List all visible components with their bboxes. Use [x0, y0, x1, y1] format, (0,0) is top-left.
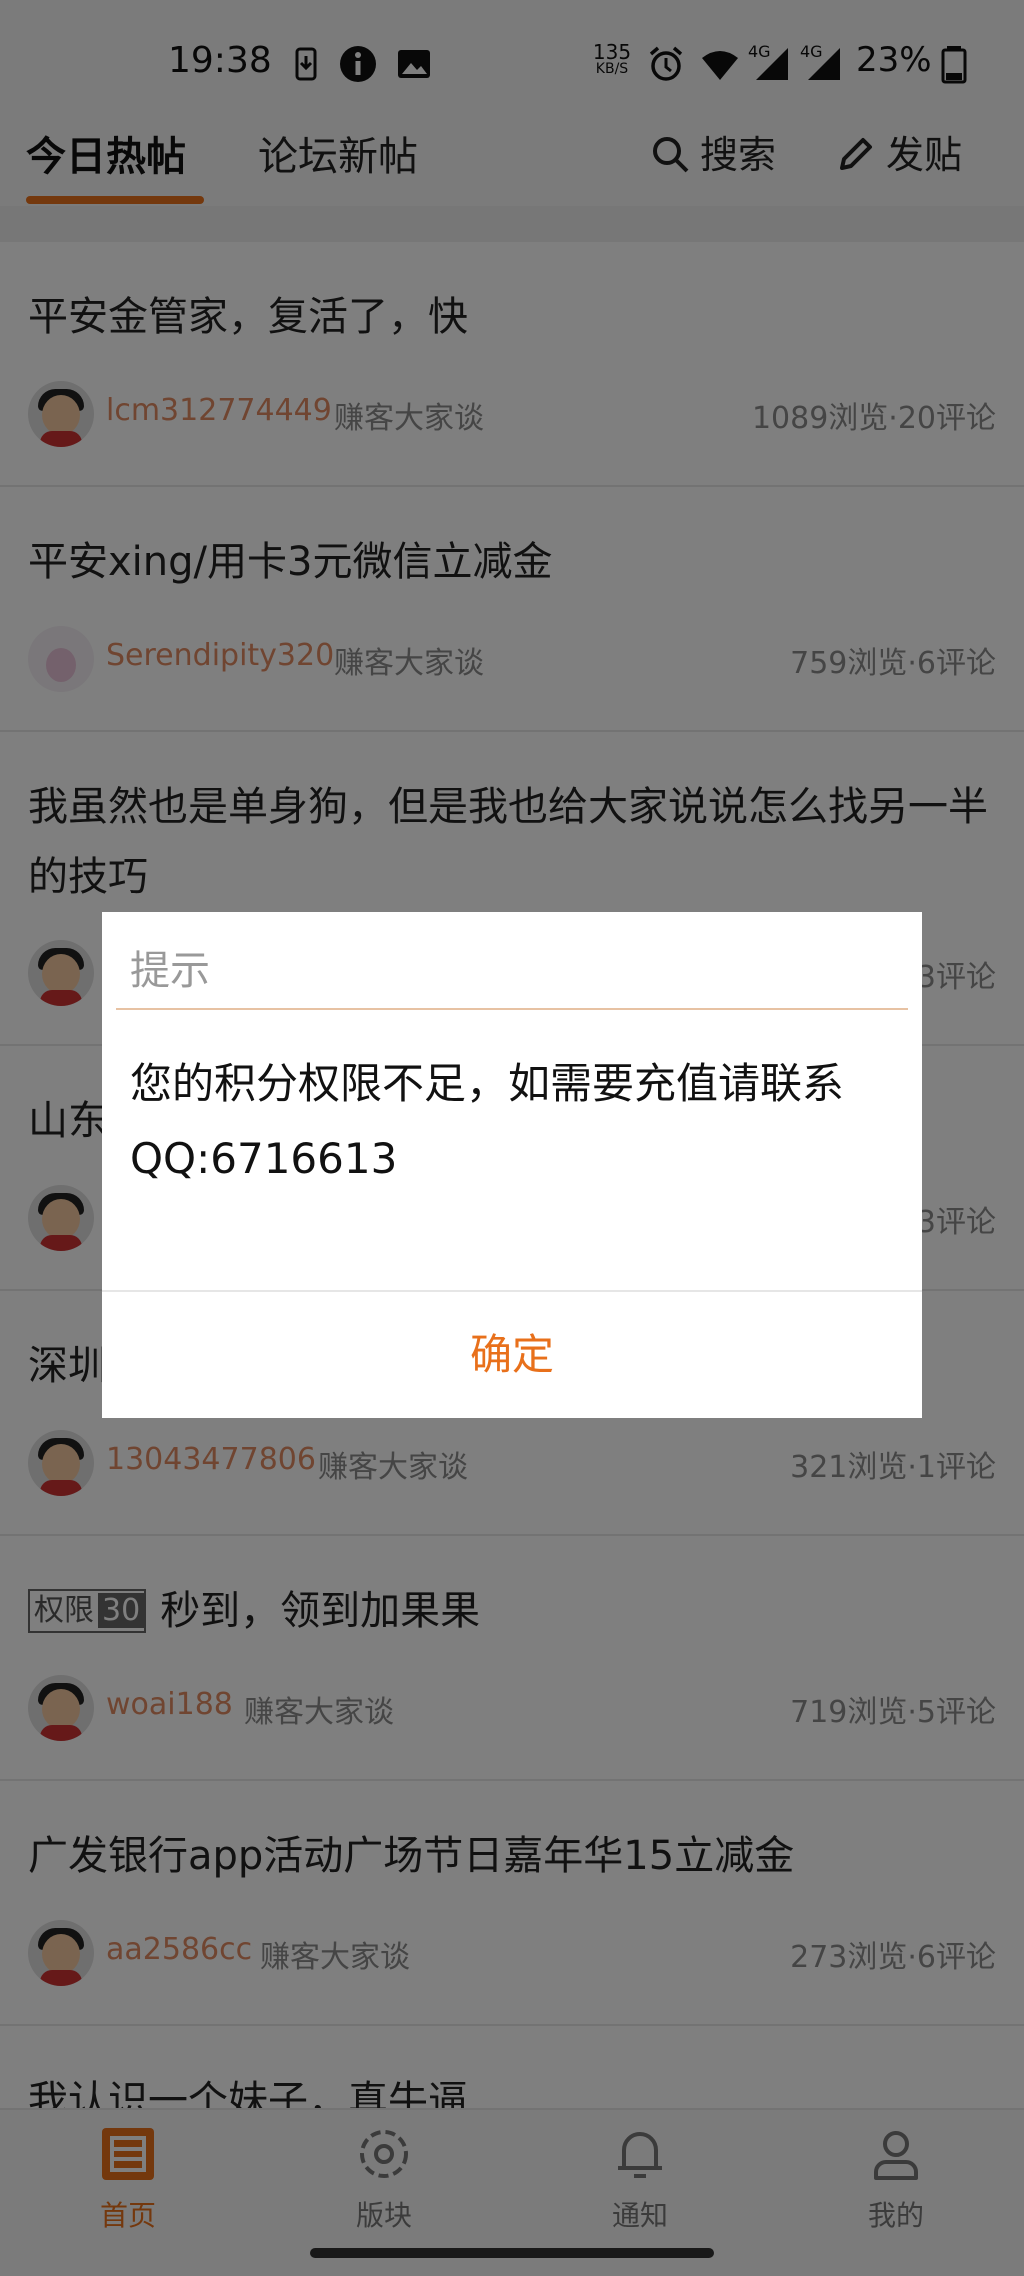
dialog-message: 您的积分权限不足，如需要充值请联系QQ:6716613 — [130, 1059, 845, 1183]
app-screen: 19:38 135 KB/S 4G 4G — [0, 0, 1024, 2276]
alert-dialog: 提示 您的积分权限不足，如需要充值请联系QQ:6716613 确定 — [102, 912, 922, 1418]
confirm-button[interactable]: 确定 — [102, 1292, 922, 1418]
dialog-title-divider — [116, 1008, 908, 1010]
dialog-title: 提示 — [130, 948, 210, 994]
